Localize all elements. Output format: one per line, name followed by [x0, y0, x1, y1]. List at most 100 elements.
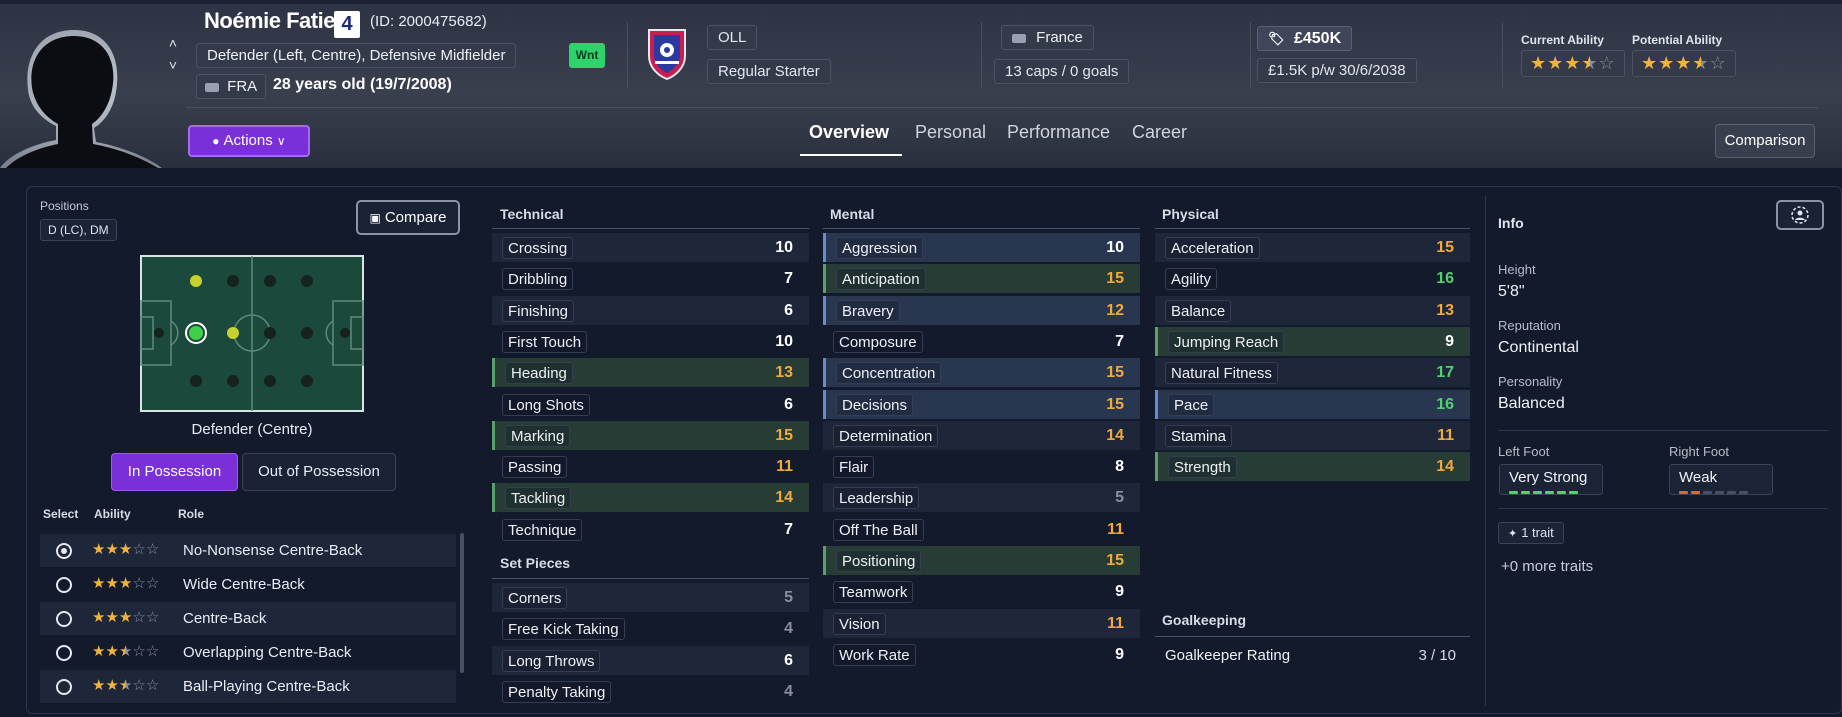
attribute-row[interactable]: Composure 7 — [823, 327, 1140, 356]
attribute-name: Crossing — [502, 237, 574, 259]
role-select-radio[interactable] — [56, 611, 72, 627]
goalkeeping-heading-line — [1155, 636, 1470, 637]
wanted-status-badge[interactable]: Wnt — [569, 43, 605, 68]
col-header-role[interactable]: Role — [178, 507, 204, 521]
in-possession-toggle[interactable]: In Possession — [111, 453, 238, 491]
attribute-name: Determination — [833, 424, 939, 447]
attribute-value: 5 — [784, 589, 793, 606]
role-select-radio[interactable] — [56, 543, 72, 559]
country-pill[interactable]: France — [1001, 25, 1094, 50]
role-row[interactable]: ★★★☆☆ Ball-Playing Centre-Back — [40, 670, 456, 703]
attribute-value: 9 — [1115, 583, 1124, 601]
attribute-row[interactable]: Aggression 10 — [823, 233, 1140, 262]
attribute-row[interactable]: Passing 11 — [492, 452, 809, 481]
previous-player-arrow[interactable]: ˄ — [164, 34, 182, 52]
squad-role: Regular Starter — [707, 59, 831, 84]
attribute-row[interactable]: Technique 7 — [492, 515, 809, 544]
actions-button[interactable]: ● Actions ∨ — [188, 125, 310, 157]
attribute-row[interactable]: Crossing 10 — [492, 233, 809, 262]
attribute-row[interactable]: Stamina 11 — [1155, 420, 1470, 450]
comparison-button[interactable]: Comparison — [1715, 124, 1815, 158]
info-separator — [1498, 430, 1828, 431]
traits-count: 1 trait — [1521, 525, 1554, 540]
next-player-arrow[interactable]: ˅ — [164, 56, 182, 74]
attribute-row[interactable]: Jumping Reach 9 — [1155, 326, 1470, 356]
attribute-row[interactable]: Agility 16 — [1155, 264, 1470, 293]
attribute-row[interactable]: Long Throws 6 — [492, 645, 809, 675]
attribute-row[interactable]: Off The Ball 11 — [823, 515, 1140, 544]
attribute-row[interactable]: Long Shots 6 — [492, 390, 809, 419]
attribute-row[interactable]: Balance 13 — [1155, 295, 1470, 325]
attribute-row[interactable]: Finishing 6 — [492, 295, 809, 325]
role-row[interactable]: ★★★☆☆ No-Nonsense Centre-Back — [40, 534, 456, 567]
role-select-radio[interactable] — [56, 679, 72, 695]
role-row[interactable]: ★★★☆☆ Centre-Back — [40, 602, 456, 635]
height-label: Height — [1498, 262, 1536, 277]
attribute-row[interactable]: Heading 13 — [492, 358, 809, 388]
attribute-row[interactable]: Flair 8 — [823, 452, 1140, 481]
squad-number-badge: 4 — [334, 11, 360, 38]
role-row[interactable]: ★★★☆☆ Wide Centre-Back — [40, 568, 456, 601]
physical-heading-line — [1155, 228, 1470, 229]
club-name[interactable]: OLL — [707, 25, 758, 50]
compare-button[interactable]: ▣ Compare — [356, 200, 460, 235]
attribute-row[interactable]: Vision 11 — [823, 608, 1140, 638]
attribute-row[interactable]: Positioning 15 — [823, 546, 1140, 575]
foot-strength-segment — [1521, 491, 1530, 494]
attribute-row[interactable]: Dribbling 7 — [492, 264, 809, 293]
potential-ability-label: Potential Ability — [1632, 33, 1723, 47]
role-row[interactable]: ★★★☆☆ Overlapping Centre-Back — [40, 636, 456, 669]
position-pitch[interactable] — [140, 255, 364, 412]
tab-career[interactable]: Career — [1132, 122, 1187, 143]
tab-performance[interactable]: Performance — [1007, 122, 1110, 143]
info-settings-button[interactable] — [1776, 200, 1824, 230]
player-name: Noémie Fatier — [204, 8, 344, 33]
attribute-row[interactable]: Corners 5 — [492, 583, 809, 612]
attribute-name: Passing — [502, 456, 568, 479]
attribute-name: Teamwork — [833, 581, 914, 604]
current-ability-stars: ★★★★☆ — [1521, 50, 1625, 77]
attribute-row[interactable]: Bravery 12 — [823, 295, 1140, 325]
attribute-row[interactable]: Free Kick Taking 4 — [492, 614, 809, 643]
attribute-row[interactable]: Natural Fitness 17 — [1155, 358, 1470, 388]
role-select-radio[interactable] — [56, 645, 72, 661]
role-ability-stars: ★★★☆☆ — [92, 541, 160, 558]
tab-personal[interactable]: Personal — [915, 122, 986, 143]
attribute-value: 15 — [1106, 552, 1124, 569]
attribute-row[interactable]: Marking 15 — [492, 420, 809, 450]
info-heading: Info — [1498, 215, 1524, 231]
attribute-value: 11 — [1437, 426, 1454, 444]
club-crest-icon[interactable] — [645, 26, 689, 81]
out-of-possession-toggle[interactable]: Out of Possession — [242, 453, 396, 491]
mental-heading: Mental — [830, 206, 875, 222]
attribute-row[interactable]: Tackling 14 — [492, 483, 809, 513]
attribute-row[interactable]: Penalty Taking 4 — [492, 677, 809, 706]
attribute-row[interactable]: Pace 16 — [1155, 389, 1470, 419]
attribute-value: 13 — [1436, 301, 1454, 319]
role-list-scrollbar[interactable] — [460, 533, 464, 673]
attribute-row[interactable]: Concentration 15 — [823, 358, 1140, 388]
attribute-name: Tackling — [505, 487, 572, 510]
more-traits-link[interactable]: +0 more traits — [1501, 558, 1593, 575]
contract-expiry: 30/6/2038 — [1338, 62, 1406, 79]
attribute-row[interactable]: Leadership 5 — [823, 483, 1140, 513]
attribute-row[interactable]: Strength 14 — [1155, 452, 1470, 482]
attribute-name: Penalty Taking — [502, 680, 612, 703]
attribute-row[interactable]: First Touch 10 — [492, 327, 809, 356]
tab-overview[interactable]: Overview — [809, 122, 889, 143]
traits-pill[interactable]: ✦ 1 trait — [1498, 522, 1564, 544]
attribute-row[interactable]: Anticipation 15 — [823, 264, 1140, 294]
attribute-row[interactable]: Decisions 15 — [823, 389, 1140, 419]
transfer-value-pill[interactable]: 🏷 £450K — [1257, 26, 1353, 51]
attribute-row[interactable]: Determination 14 — [823, 420, 1140, 450]
attribute-value: 15 — [1106, 270, 1124, 288]
goalkeeper-rating-label: Goalkeeper Rating — [1165, 647, 1291, 664]
attribute-name: Finishing — [502, 299, 575, 322]
actions-label: Actions — [223, 132, 273, 149]
attribute-name: Leadership — [833, 487, 920, 510]
attribute-row[interactable]: Work Rate 9 — [823, 640, 1140, 669]
attribute-row[interactable]: Acceleration 15 — [1155, 233, 1470, 262]
role-name: Overlapping Centre-Back — [183, 644, 352, 661]
attribute-row[interactable]: Teamwork 9 — [823, 577, 1140, 606]
role-select-radio[interactable] — [56, 577, 72, 593]
